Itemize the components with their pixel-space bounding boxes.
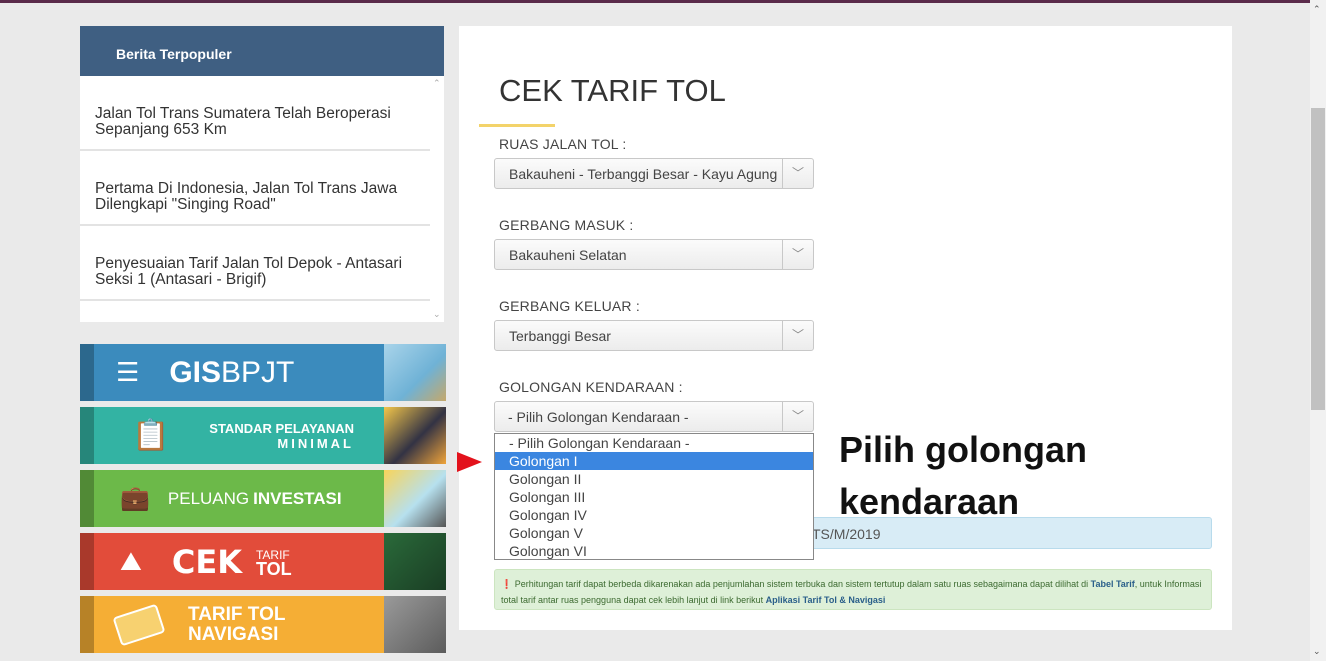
golongan-label: GOLONGAN KENDARAAN :	[499, 379, 683, 395]
tariff-note: ❗ Perhitungan tarif dapat berbeda dikare…	[494, 569, 1212, 610]
page-title: CEK TARIF TOL	[499, 73, 726, 108]
road-image	[384, 596, 446, 653]
golongan-option-selected[interactable]: Golongan I	[495, 452, 813, 470]
popular-news-panel: Berita Terpopuler Jalan Tol Trans Sumate…	[80, 26, 444, 322]
briefcase-icon: 💼	[120, 485, 150, 512]
gerbang-keluar-select[interactable]: Terbanggi Besar ﹀	[494, 320, 814, 351]
instruction-callout: Pilih golongan kendaraan	[839, 424, 1087, 528]
tabel-tarif-link[interactable]: Tabel Tarif	[1091, 579, 1135, 589]
worker-image	[384, 470, 446, 527]
investasi-text-b: INVESTASI	[253, 488, 342, 508]
chevron-down-icon: ﹀	[792, 166, 805, 180]
info-bar-text: TS/M/2019	[812, 526, 881, 542]
navigasi-text-a: TARIF TOL	[188, 603, 286, 625]
news-link[interactable]: Pertama Di Indonesia, Jalan Tol Trans Ja…	[80, 151, 430, 226]
chevron-down-icon: ﹀	[792, 328, 805, 342]
etoll-card-icon	[112, 603, 166, 646]
cek-tarif-card: CEK TARIF TOL RUAS JALAN TOL : Bakauheni…	[459, 26, 1232, 630]
navigasi-text-b: NAVIGASI	[188, 623, 279, 645]
scroll-down-icon[interactable]: ⌄	[433, 309, 441, 320]
golongan-value: - Pilih Golongan Kendaraan -	[508, 409, 689, 425]
gis-banner-text: BPJT	[221, 355, 295, 389]
layers-icon: ☰	[116, 357, 140, 387]
ruas-dropdown-button[interactable]: ﹀	[782, 159, 813, 188]
spm-text-c: MINIMAL	[277, 435, 354, 451]
standar-pelayanan-minimal-banner[interactable]: 📋 STANDAR PELAYANAN MINIMAL	[80, 407, 446, 464]
scroll-down-icon[interactable]: ⌄	[1313, 646, 1321, 657]
golongan-option[interactable]: Golongan VI	[495, 542, 813, 560]
banner-list: ☰ GIS BPJT 📋 STANDAR PELAYANAN MINIMAL 💼…	[80, 344, 446, 659]
page-scrollbar[interactable]: ⌃ ⌄	[1310, 0, 1326, 661]
red-arrow-pointer	[457, 452, 482, 472]
ruas-value: Bakauheni - Terbanggi Besar - Kayu Agung	[509, 166, 778, 182]
golongan-dropdown-button[interactable]: ﹀	[782, 402, 813, 431]
news-list: Jalan Tol Trans Sumatera Telah Beroperas…	[80, 76, 430, 322]
scroll-up-icon[interactable]: ⌃	[433, 78, 441, 89]
tarif-tol-navigasi-banner[interactable]: TARIF TOL NAVIGASI	[80, 596, 446, 653]
news-link[interactable]: Penyesuaian Tarif Jalan Tol Depok - Anta…	[80, 226, 430, 301]
tol-text: TOL	[255, 558, 292, 579]
clipboard-icon: 📋	[132, 419, 170, 452]
cek-text: CEK	[171, 542, 242, 581]
gis-bpjt-banner[interactable]: ☰ GIS BPJT	[80, 344, 446, 401]
gerbang-masuk-select[interactable]: Bakauheni Selatan ﹀	[494, 239, 814, 270]
golongan-option[interactable]: Golongan IV	[495, 506, 813, 524]
golongan-dropdown-list[interactable]: - Pilih Golongan Kendaraan - Golongan I …	[494, 433, 814, 560]
gerbang-keluar-label: GERBANG KELUAR :	[499, 298, 640, 314]
title-underline	[479, 124, 555, 127]
gis-banner-bold: GIS	[169, 355, 221, 389]
callout-line-1: Pilih golongan	[839, 429, 1087, 470]
news-scrollbar[interactable]: ⌃ ⌄	[430, 76, 444, 322]
golongan-select[interactable]: - Pilih Golongan Kendaraan - ﹀	[494, 401, 814, 432]
investasi-text-a: PELUANG	[167, 488, 250, 508]
chevron-down-icon: ﹀	[792, 247, 805, 261]
info-icon: ❗	[501, 579, 513, 589]
ruas-select[interactable]: Bakauheni - Terbanggi Besar - Kayu Agung…	[494, 158, 814, 189]
chevron-down-icon: ﹀	[792, 409, 805, 423]
toll-booth-icon: ⛰	[120, 545, 142, 576]
callout-line-2: kendaraan	[839, 481, 1020, 522]
ruas-label: RUAS JALAN TOL :	[499, 136, 627, 152]
golongan-option[interactable]: Golongan II	[495, 470, 813, 488]
popular-news-title: Berita Terpopuler	[80, 26, 444, 76]
gerbang-masuk-dropdown-button[interactable]: ﹀	[782, 240, 813, 269]
road-image	[384, 407, 446, 464]
news-link[interactable]: Jalan Tol Trans Sumatera Telah Beroperas…	[80, 76, 430, 151]
golongan-option[interactable]: Golongan V	[495, 524, 813, 542]
gerbang-masuk-value: Bakauheni Selatan	[509, 247, 627, 263]
spm-text-a: STANDAR	[209, 420, 276, 436]
scroll-thumb[interactable]	[1311, 108, 1325, 410]
etoll-card-image	[384, 533, 446, 590]
gerbang-masuk-label: GERBANG MASUK :	[499, 217, 634, 233]
golongan-option[interactable]: Golongan III	[495, 488, 813, 506]
peluang-investasi-banner[interactable]: 💼 PELUANG INVESTASI	[80, 470, 446, 527]
gerbang-keluar-value: Terbanggi Besar	[509, 328, 611, 344]
aplikasi-tarif-link[interactable]: Aplikasi Tarif Tol & Navigasi	[766, 595, 886, 605]
note-text-1: Perhitungan tarif dapat berbeda dikarena…	[514, 579, 1091, 589]
spm-text-b: PELAYANAN	[275, 420, 354, 436]
cek-tarif-tol-banner[interactable]: ⛰ CEK TARIF TOL	[80, 533, 446, 590]
golongan-option[interactable]: - Pilih Golongan Kendaraan -	[495, 434, 813, 452]
map-image	[384, 344, 446, 401]
scroll-up-icon[interactable]: ⌃	[1313, 4, 1321, 15]
top-border	[0, 0, 1310, 3]
gerbang-keluar-dropdown-button[interactable]: ﹀	[782, 321, 813, 350]
